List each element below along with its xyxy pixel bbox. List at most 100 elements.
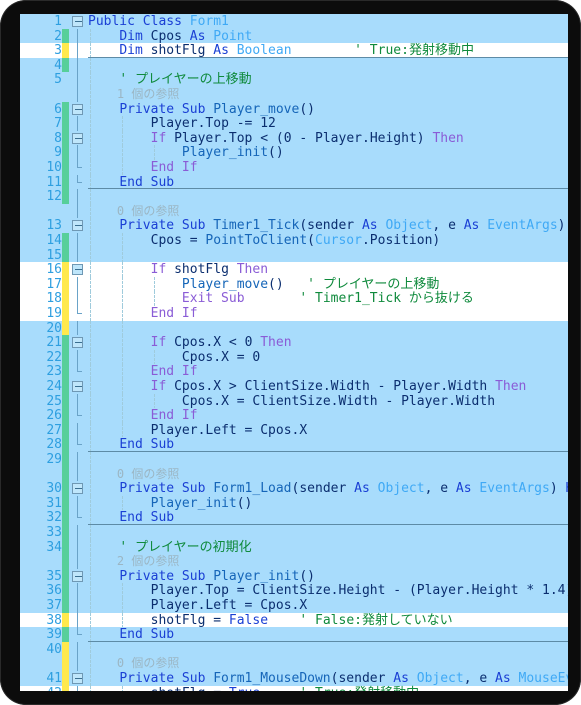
code-text[interactable]: End If bbox=[88, 306, 198, 321]
code-text[interactable]: Cpos.X = 0 bbox=[88, 350, 260, 365]
code-line[interactable]: 18 Exit Sub ' Timer1_Tick から抜ける bbox=[20, 291, 568, 306]
code-line[interactable]: 23 End If bbox=[20, 364, 568, 379]
code-text[interactable]: Cpos = PointToClient(Cursor.Position) bbox=[88, 233, 441, 248]
fold-collapse-icon[interactable] bbox=[72, 220, 83, 231]
code-text[interactable]: Player.Top -= 12 bbox=[88, 116, 276, 131]
code-line[interactable]: 34 ' プレイヤーの初期化 bbox=[20, 540, 568, 555]
code-line[interactable]: 39 End Sub bbox=[20, 627, 568, 642]
code-text[interactable]: Dim Cpos As Point bbox=[88, 29, 252, 44]
code-text[interactable]: Player_init() bbox=[88, 496, 253, 511]
code-line[interactable]: 14 Cpos = PointToClient(Cursor.Position) bbox=[20, 233, 568, 248]
code-text[interactable]: End Sub bbox=[88, 437, 174, 452]
code-line[interactable]: 29 bbox=[20, 452, 568, 467]
codelens-reference-count[interactable]: 0 個の参照 bbox=[88, 204, 179, 219]
code-line[interactable]: 28 End Sub bbox=[20, 437, 568, 452]
code-line[interactable]: 2 Dim Cpos As Point bbox=[20, 29, 568, 44]
code-line[interactable]: 24 If Cpos.X > ClientSize.Width - Player… bbox=[20, 379, 568, 394]
codelens-reference-count[interactable]: 0 個の参照 bbox=[88, 467, 179, 482]
codelens-row[interactable]: 1 個の参照 bbox=[20, 87, 568, 102]
code-text[interactable]: End Sub bbox=[88, 510, 174, 525]
fold-collapse-icon[interactable] bbox=[72, 337, 83, 348]
code-line[interactable]: 4 bbox=[20, 58, 568, 73]
code-line[interactable]: 13 Private Sub Timer1_Tick(sender As Obj… bbox=[20, 218, 568, 233]
code-text[interactable]: Private Sub Player_init() bbox=[88, 569, 315, 584]
code-line[interactable]: 37 Player.Left = Cpos.X bbox=[20, 598, 568, 613]
code-text[interactable]: Player.Top = ClientSize.Height - (Player… bbox=[88, 583, 568, 598]
code-line[interactable]: 6 Private Sub Player_move() bbox=[20, 102, 568, 117]
code-text[interactable]: Player_init() bbox=[88, 145, 284, 160]
code-text[interactable]: Exit Sub ' Timer1_Tick から抜ける bbox=[88, 291, 474, 306]
code-text[interactable]: ' プレイヤーの初期化 bbox=[88, 540, 251, 555]
code-text[interactable]: End If bbox=[88, 408, 198, 423]
codelens-row[interactable]: 2 個の参照 bbox=[20, 554, 568, 569]
codelens-reference-count[interactable]: 1 個の参照 bbox=[88, 87, 179, 102]
code-line[interactable]: 16 If shotFlg Then bbox=[20, 262, 568, 277]
code-line[interactable]: 17 Player_move() ' プレイヤーの上移動 bbox=[20, 277, 568, 292]
code-text[interactable]: If Player.Top < (0 - Player.Height) Then bbox=[88, 131, 464, 146]
code-text[interactable]: If shotFlg Then bbox=[88, 262, 268, 277]
fold-collapse-icon[interactable] bbox=[72, 16, 83, 27]
fold-collapse-icon[interactable] bbox=[72, 483, 83, 494]
code-text[interactable]: If Cpos.X > ClientSize.Width - Player.Wi… bbox=[88, 379, 527, 394]
code-text[interactable]: End Sub bbox=[88, 627, 174, 642]
code-line[interactable]: 20 bbox=[20, 321, 568, 336]
code-line[interactable]: 21 If Cpos.X < 0 Then bbox=[20, 335, 568, 350]
change-bar-yellow bbox=[62, 277, 69, 292]
fold-collapse-icon[interactable] bbox=[72, 133, 83, 144]
code-line[interactable]: 40 bbox=[20, 642, 568, 657]
code-text[interactable]: Player.Left = Cpos.X bbox=[88, 598, 308, 613]
codelens-row[interactable]: 0 個の参照 bbox=[20, 204, 568, 219]
code-line[interactable]: 8 If Player.Top < (0 - Player.Height) Th… bbox=[20, 131, 568, 146]
code-text[interactable]: If Cpos.X < 0 Then bbox=[88, 335, 292, 350]
code-text[interactable]: Private Sub Player_move() bbox=[88, 102, 315, 117]
code-line[interactable]: 10 End If bbox=[20, 160, 568, 175]
code-line[interactable]: 19 End If bbox=[20, 306, 568, 321]
line-number: 2 bbox=[54, 29, 62, 44]
code-line[interactable]: 32 End Sub bbox=[20, 510, 568, 525]
code-editor-viewport[interactable]: 1 Public Class Form1 2 Dim Cpos As Point 3 … bbox=[20, 14, 568, 691]
code-text[interactable]: Private Sub Form1_MouseDown(sender As Ob… bbox=[88, 671, 568, 686]
codelens-reference-count[interactable]: 0 個の参照 bbox=[88, 656, 179, 671]
code-line[interactable]: 30 Private Sub Form1_Load(sender As Obje… bbox=[20, 481, 568, 496]
codelens-row[interactable]: 0 個の参照 bbox=[20, 467, 568, 482]
change-bar-green bbox=[62, 569, 69, 584]
code-text[interactable]: Player.Left = Cpos.X bbox=[88, 423, 308, 438]
code-text[interactable]: ' プレイヤーの上移動 bbox=[88, 72, 251, 87]
code-text[interactable]: End If bbox=[88, 160, 198, 175]
code-line[interactable]: 15 bbox=[20, 248, 568, 263]
code-line[interactable]: 22 Cpos.X = 0 bbox=[20, 350, 568, 365]
code-line[interactable]: 35 Private Sub Player_init() bbox=[20, 569, 568, 584]
code-line[interactable]: 33 bbox=[20, 525, 568, 540]
code-text[interactable]: Public Class Form1 bbox=[88, 14, 229, 29]
code-line[interactable]: 38 shotFlg = False ' False:発射していない bbox=[20, 613, 568, 628]
code-text[interactable]: shotFlg = False ' False:発射していない bbox=[88, 613, 453, 628]
codelens-reference-count[interactable]: 2 個の参照 bbox=[88, 554, 179, 569]
code-text[interactable]: Player_move() ' プレイヤーの上移動 bbox=[88, 277, 440, 292]
code-text[interactable]: Dim shotFlg As Boolean ' True:発射移動中 bbox=[88, 43, 474, 58]
fold-collapse-icon[interactable] bbox=[72, 673, 83, 684]
code-text[interactable]: Cpos.X = ClientSize.Width - Player.Width bbox=[88, 394, 495, 409]
code-line[interactable]: 9 Player_init() bbox=[20, 145, 568, 160]
code-line[interactable]: 1 Public Class Form1 bbox=[20, 14, 568, 29]
code-line[interactable]: 31 Player_init() bbox=[20, 496, 568, 511]
code-text[interactable]: Private Sub Timer1_Tick(sender As Object… bbox=[88, 218, 568, 233]
code-line[interactable]: 5 ' プレイヤーの上移動 bbox=[20, 72, 568, 87]
code-line[interactable]: 26 End If bbox=[20, 408, 568, 423]
code-line[interactable]: 12 bbox=[20, 189, 568, 204]
code-line[interactable]: 41 Private Sub Form1_MouseDown(sender As… bbox=[20, 671, 568, 686]
fold-collapse-icon[interactable] bbox=[72, 264, 83, 275]
fold-collapse-icon[interactable] bbox=[72, 381, 83, 392]
fold-end-marker bbox=[77, 517, 82, 518]
code-line[interactable]: 3 Dim shotFlg As Boolean ' True:発射移動中 bbox=[20, 43, 568, 58]
fold-collapse-icon[interactable] bbox=[72, 104, 83, 115]
code-line[interactable]: 7 Player.Top -= 12 bbox=[20, 116, 568, 131]
code-text[interactable]: End If bbox=[88, 364, 198, 379]
fold-collapse-icon[interactable] bbox=[72, 571, 83, 582]
code-line[interactable]: 36 Player.Top = ClientSize.Height - (Pla… bbox=[20, 583, 568, 598]
code-line[interactable]: 42 shotFlg = True ' True:発射移動中 bbox=[20, 686, 568, 691]
code-text[interactable]: Private Sub Form1_Load(sender As Object,… bbox=[88, 481, 568, 496]
codelens-row[interactable]: 0 個の参照 bbox=[20, 656, 568, 671]
code-line[interactable]: 27 Player.Left = Cpos.X bbox=[20, 423, 568, 438]
code-text[interactable]: shotFlg = True ' True:発射移動中 bbox=[88, 686, 420, 691]
code-line[interactable]: 25 Cpos.X = ClientSize.Width - Player.Wi… bbox=[20, 394, 568, 409]
